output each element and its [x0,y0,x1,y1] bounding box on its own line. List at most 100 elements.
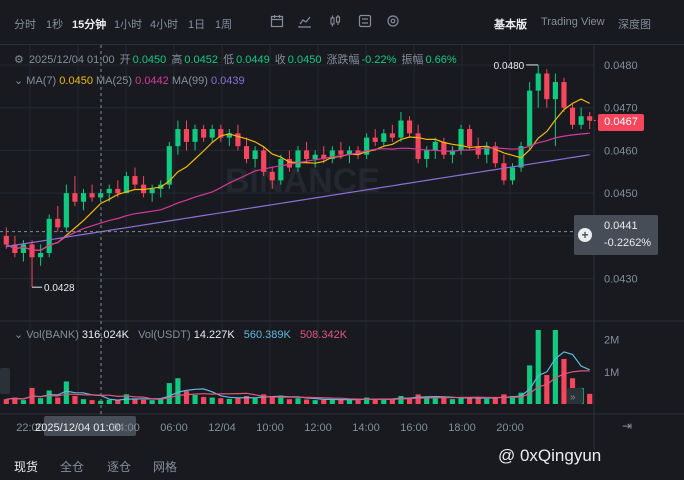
candle-body [509,167,516,181]
volume-bar [166,383,172,404]
volume-bar [295,398,301,404]
volume-bar [312,400,318,404]
current-price-tag: 0.0467 [598,114,644,131]
candle-body [467,129,473,147]
indicator-chart-icon[interactable] [298,14,312,28]
ohlc-legend: ⚙ 2025/12/04 01:00 开 0.0450 高 0.0452 低 0.04… [14,51,459,67]
tab-grid[interactable]: 网格 [153,458,177,475]
candle-body [381,133,387,142]
volume-bar [115,400,121,404]
gear-small-icon[interactable]: ⚙ [14,54,24,66]
view-depth[interactable]: 深度图 [618,16,651,32]
price-tick-label: 0.0450 [604,188,638,200]
volume-bar [587,393,593,404]
view-basic[interactable]: 基本版 [494,16,527,32]
candle-body [424,150,430,159]
volume-bar [235,397,241,404]
volume-bar [527,365,533,404]
candle-body [587,116,593,121]
volume-bar [149,400,155,404]
candle-body [252,150,258,159]
timeframe-timeshare[interactable]: 分时 [14,16,36,32]
author-watermark-text: @ 0xQingyun [498,446,602,465]
volume-bar [415,394,421,404]
candle-body [269,171,275,181]
vol-ma-b-value: 508.342K [299,329,348,341]
timeframe-15m[interactable]: 15分钟 [72,16,106,32]
candle-body [389,133,395,138]
price-tick-label: 0.0480 [604,60,638,72]
volume-bar [544,375,550,404]
timeframe-1s[interactable]: 1秒 [46,16,63,32]
ma7-value: 0.0450 [59,75,93,87]
candle-body [63,193,69,228]
volume-bar [80,399,87,404]
volume-bar [304,399,310,404]
time-tick-label: 20:00 [496,422,524,434]
timeframe-1w[interactable]: 1周 [215,16,232,32]
price-tick-label: 0.0470 [604,103,638,115]
plus-circle-icon[interactable]: + [578,228,592,242]
time-tick-label: 18:00 [448,422,476,434]
timeframe-4h[interactable]: 4小时 [150,16,178,32]
gear-icon[interactable] [386,14,400,28]
candle-body [38,252,44,258]
candle-body [235,133,241,147]
view-tradingview[interactable]: Trading View [541,16,605,28]
time-tick-label: 06:00 [160,422,188,434]
candles-icon[interactable] [328,14,342,28]
candle-body [552,82,558,100]
volume-bar [286,399,292,404]
volume-bar [269,396,275,404]
low-marker-label: 0.0428 [44,283,75,294]
volume-bar [201,396,207,404]
calendar-icon[interactable] [270,14,284,28]
price-tick-label: 0.0460 [604,145,638,157]
volume-bar [183,391,190,404]
volume-bar [38,398,44,404]
candle-body [209,129,215,138]
candle-body [398,120,404,138]
tab-spot[interactable]: 现货 [14,458,38,475]
chevron-down-icon[interactable]: ⌄ [14,75,23,87]
volume-bar [226,398,232,404]
ma25-label: MA(25) [96,75,133,87]
candle-body [544,73,550,100]
chevron-down-icon[interactable]: ⌄ [14,329,23,341]
candle-body [458,129,464,151]
time-axis: 22:002025/12/04 01:0004:00 06:00 12/04 10:0… [16,416,524,436]
settings-panel-icon[interactable] [358,14,372,28]
candle-body [312,154,318,159]
candle-body [115,188,121,194]
volume-bar [209,397,215,404]
candle-body [527,90,533,147]
volume-bar [175,378,181,404]
candle-body [372,137,378,142]
candle-body [192,129,198,142]
volume-bar [389,399,395,404]
high-marker-label: 0.0480 [494,61,525,72]
volume-bar [140,399,147,404]
amplitude-value: 0.66% [425,54,457,66]
timeframe-1h[interactable]: 1小时 [114,16,142,32]
volume-bar [252,398,258,404]
crosshair-percent: -0.2262% [604,237,652,249]
tab-cross[interactable]: 全仓 [60,458,84,475]
volume-bar [20,400,27,404]
candle-datetime: 2025/12/04 01:00 [28,54,115,66]
volume-bar [552,330,558,404]
timeframe-1d[interactable]: 1日 [188,16,205,32]
volume-bar [89,400,95,404]
time-tick-label: 16:00 [400,422,428,434]
close-value: 0.0450 [287,54,322,66]
time-tick-label: 12:00 [304,422,332,434]
candle-body [123,176,129,194]
tab-isolated[interactable]: 逐仓 [107,458,131,475]
candle-body [80,193,87,202]
candle-body [149,188,155,194]
volume-bar [364,397,370,404]
vol-ma-a-value: 560.389K [243,329,291,341]
candle-body [278,158,284,181]
open-label: 开 [119,54,131,66]
crosshair-price-tag: + 0.0441 -0.2262% [574,215,658,255]
